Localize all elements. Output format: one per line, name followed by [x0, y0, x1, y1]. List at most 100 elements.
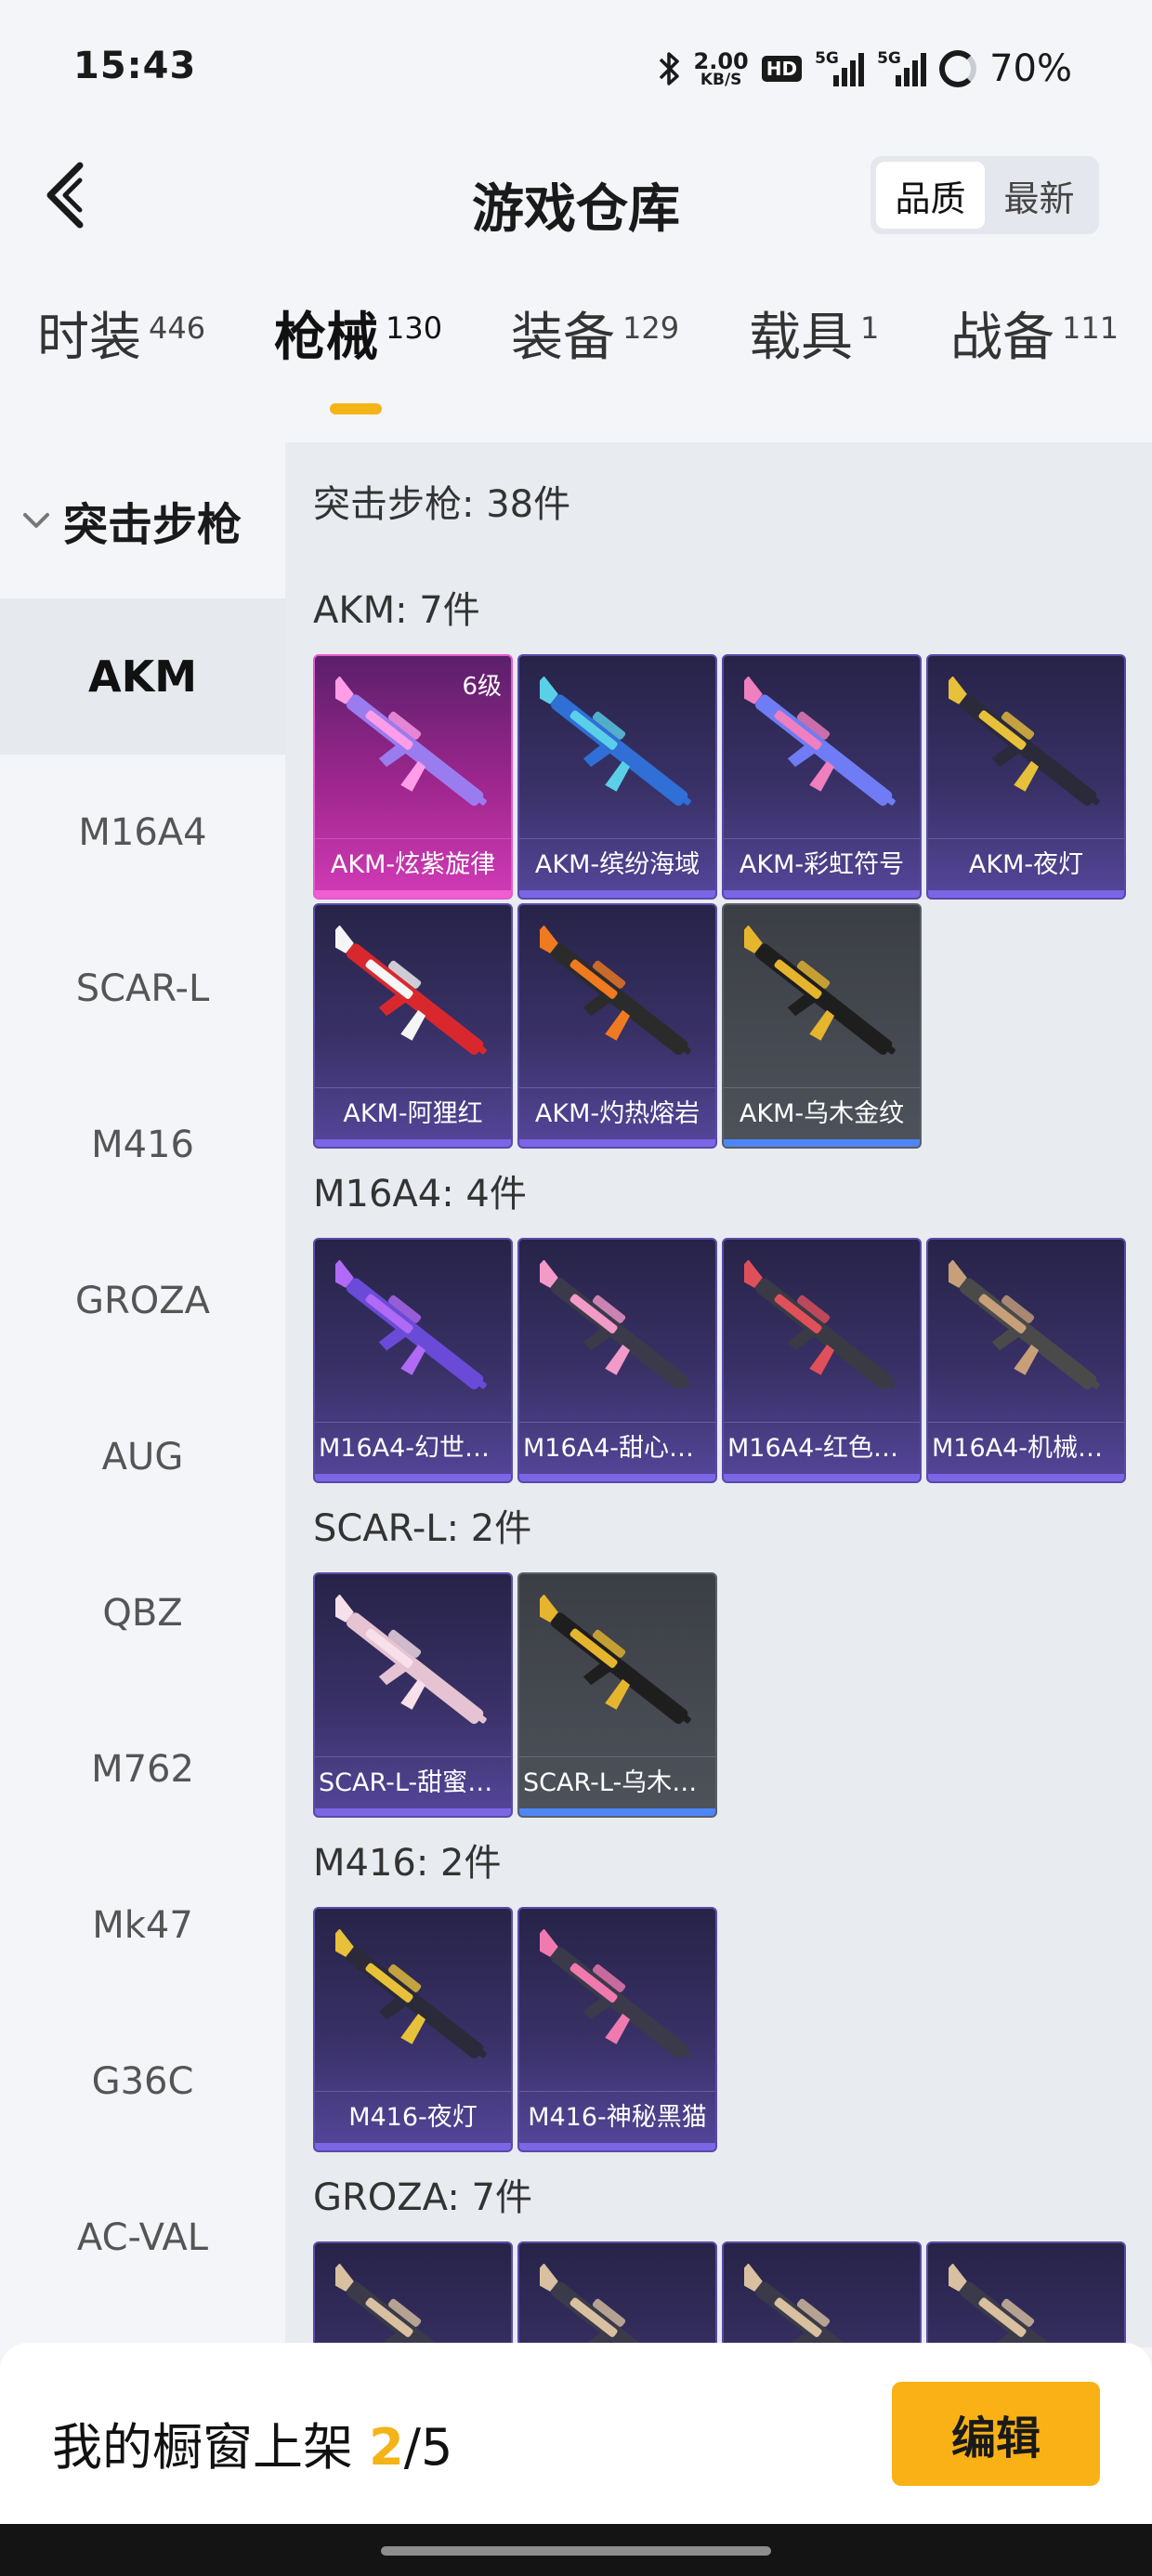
weapon-card[interactable]: AKM-夜灯 — [926, 654, 1126, 900]
skin-level-badge: 6级 — [462, 673, 502, 701]
section-title: GROZA: 7件 — [313, 2176, 532, 2219]
weapon-skin-image — [540, 677, 691, 807]
weapon-card[interactable]: M16A4-幻世战境 — [313, 1238, 513, 1483]
weapon-skin-image — [540, 1260, 691, 1390]
signal-1-tag: 5G — [815, 49, 839, 68]
sidebar-item-groza[interactable]: GROZA — [0, 1223, 285, 1379]
network-speed: 2.00 KB/S — [694, 50, 749, 88]
weapon-skin-image — [744, 926, 896, 1056]
sidebar-group-label: 突击步枪 — [63, 499, 242, 551]
weapon-skin-image — [949, 677, 1100, 807]
weapon-skin-image — [540, 1595, 691, 1725]
weapon-skin-image — [335, 1260, 487, 1390]
hd-voice-icon: HD — [761, 56, 803, 82]
weapon-skin-image — [949, 1260, 1100, 1390]
weapon-card-name: SCAR-L-甜蜜誓约 — [315, 1756, 511, 1808]
signal-icon-1: 5G — [815, 49, 865, 86]
tab-label: 载具 — [749, 308, 853, 368]
sort-toggle: 品质 最新 — [871, 156, 1099, 234]
weapon-card[interactable]: M16A4-机械英豪 — [926, 1238, 1126, 1483]
sidebar-item-g36c[interactable]: G36C — [0, 2004, 285, 2160]
sort-option-quality[interactable]: 品质 — [876, 162, 985, 229]
weapon-card[interactable]: AKM-缤纷海域 — [517, 654, 717, 900]
weapon-card-name: SCAR-L-乌木金纹 — [519, 1756, 715, 1808]
network-speed-unit: KB/S — [700, 70, 742, 89]
weapon-sidebar: 突击步枪 AKM M16A4 SCAR-L M416 GROZA AUG QBZ M762 Mk… — [0, 442, 285, 2347]
weapon-card-name: AKM-灼热熔岩 — [519, 1087, 715, 1139]
weapon-card[interactable]: M416-夜灯 — [313, 1907, 513, 2152]
weapon-card[interactable] — [926, 2241, 1126, 2347]
status-bar: 15:43 2.00 KB/S HD 5G 5G 70% — [0, 0, 1152, 139]
weapon-card[interactable]: AKM-乌木金纹 — [722, 903, 922, 1149]
weapon-skin-image — [744, 1260, 896, 1390]
sidebar-item-scar-l[interactable]: SCAR-L — [0, 911, 285, 1067]
active-tab-indicator — [330, 403, 382, 414]
tab-label: 战备 — [950, 308, 1054, 368]
category-summary: 突击步枪: 38件 — [313, 483, 571, 526]
weapon-card[interactable]: AKM-彩虹符号 — [722, 654, 922, 900]
weapon-card[interactable]: M16A4-红色方块 — [722, 1238, 922, 1483]
weapon-skin-image — [335, 926, 487, 1056]
weapon-card-name: AKM-乌木金纹 — [724, 1087, 920, 1139]
weapon-card[interactable]: AKM-阿狸红 — [313, 903, 513, 1149]
weapon-card-name: AKM-缤纷海域 — [519, 838, 715, 890]
status-icons: 2.00 KB/S HD 5G 5G 70% — [657, 43, 1072, 95]
sort-option-newest[interactable]: 最新 — [985, 162, 1093, 229]
tab-fashion[interactable]: 时装 446 — [37, 307, 205, 369]
showcase-total: /5 — [403, 2418, 453, 2477]
showcase-bar: 我的橱窗上架 2/5 编辑 — [0, 2343, 1152, 2524]
section-title: AKM: 7件 — [313, 589, 480, 632]
weapon-card[interactable] — [722, 2241, 922, 2347]
signal-icon-2: 5G — [877, 49, 927, 86]
weapon-card-name: AKM-彩虹符号 — [724, 838, 920, 890]
showcase-current: 2 — [369, 2418, 404, 2477]
tab-equipment[interactable]: 装备 129 — [511, 307, 679, 369]
weapon-card[interactable]: AKM-灼热熔岩 — [517, 903, 717, 1149]
tab-vehicles[interactable]: 载具 1 — [749, 307, 879, 369]
weapon-card-name: M416-神秘黑猫 — [519, 2091, 715, 2143]
tab-firearms[interactable]: 枪械 130 — [274, 307, 442, 369]
weapon-grid: 突击步枪: 38件 AKM: 7件 6级 AKM-炫紫旋律 AKM-缤纷海域 AKM-彩… — [285, 442, 1152, 2347]
sidebar-item-aug[interactable]: AUG — [0, 1379, 285, 1535]
section-title: SCAR-L: 2件 — [313, 1507, 532, 1550]
weapon-skin-image — [540, 926, 691, 1056]
weapon-card-name: M16A4-甜心亚梦 — [519, 1422, 715, 1474]
showcase-status: 我的橱窗上架 2/5 — [52, 2406, 452, 2479]
home-indicator[interactable] — [381, 2546, 771, 2556]
sidebar-item-akm[interactable]: AKM — [0, 598, 285, 755]
sidebar-item-m416[interactable]: M416 — [0, 1067, 285, 1223]
sidebar-item-mk47[interactable]: Mk47 — [0, 1847, 285, 2004]
weapon-skin-image — [540, 1929, 691, 2059]
edit-button[interactable]: 编辑 — [892, 2382, 1100, 2486]
system-nav-bar — [0, 2524, 1152, 2576]
weapon-card[interactable]: SCAR-L-甜蜜誓约 — [313, 1572, 513, 1818]
sidebar-item-m16a4[interactable]: M16A4 — [0, 755, 285, 911]
tab-label: 装备 — [511, 308, 615, 368]
weapon-skin-image — [335, 1929, 487, 2059]
weapon-card[interactable] — [517, 2241, 717, 2347]
battery-percent: 70% — [989, 47, 1072, 90]
tab-label: 时装 — [37, 308, 141, 368]
tab-count: 1 — [860, 310, 880, 346]
tab-count: 111 — [1062, 310, 1119, 346]
weapon-card[interactable]: SCAR-L-乌木金纹 — [517, 1572, 717, 1818]
sidebar-group-assault-rifles[interactable]: 突击步枪 — [0, 442, 285, 598]
category-tabs: 时装 446 枪械 130 装备 129 载具 1 战备 111 — [0, 307, 1152, 418]
signal-2-tag: 5G — [877, 49, 901, 68]
weapon-skin-image — [335, 1595, 487, 1725]
sidebar-item-qbz[interactable]: QBZ — [0, 1535, 285, 1691]
battery-icon — [939, 50, 977, 87]
chevron-down-icon — [23, 513, 49, 528]
tab-count: 130 — [386, 310, 443, 346]
section-title: M16A4: 4件 — [313, 1173, 527, 1216]
sidebar-item-m762[interactable]: M762 — [0, 1691, 285, 1847]
tab-gear[interactable]: 战备 111 — [950, 307, 1119, 369]
weapon-skin-image — [744, 677, 896, 807]
weapon-card[interactable] — [313, 2241, 513, 2347]
weapon-card[interactable]: M16A4-甜心亚梦 — [517, 1238, 717, 1483]
tab-count: 446 — [149, 310, 206, 346]
sidebar-item-ac-val[interactable]: AC-VAL — [0, 2160, 285, 2316]
weapon-card[interactable]: M416-神秘黑猫 — [517, 1907, 717, 2152]
tab-count: 129 — [622, 310, 680, 346]
weapon-card[interactable]: 6级 AKM-炫紫旋律 — [313, 654, 513, 900]
